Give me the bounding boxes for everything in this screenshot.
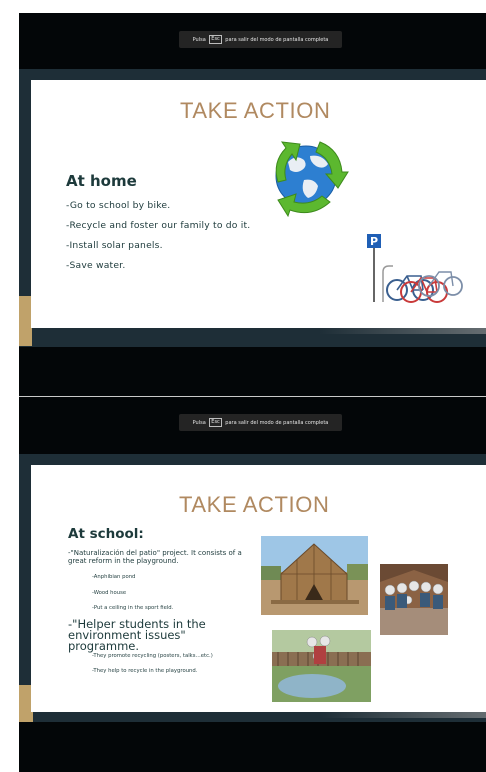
pond-photo bbox=[272, 630, 371, 702]
project-subitem: -Anphibian pond bbox=[92, 574, 136, 580]
project-subitem: -Put a ceiling in the sport field. bbox=[92, 605, 174, 611]
slide-1: TAKE ACTION At home -Go to school by bik… bbox=[31, 80, 486, 328]
project-paragraph: -"Naturalización del patio" project. It … bbox=[68, 549, 242, 565]
recycle-globe-icon bbox=[275, 141, 349, 218]
notice-pre: Pulsa bbox=[192, 36, 206, 43]
notice-post: para salir del modo de pantalla completa bbox=[225, 36, 329, 43]
project-subitem: -Wood house bbox=[92, 590, 127, 596]
students-group-photo bbox=[380, 564, 448, 635]
section-heading: At home bbox=[66, 172, 137, 190]
slide-2: TAKE ACTION At school: -"Naturalización … bbox=[31, 465, 486, 712]
esc-key[interactable]: Esc bbox=[208, 418, 223, 427]
action-line: -Recycle and foster our family to do it. bbox=[66, 220, 251, 231]
programme-item: -They promote recycling (posters, talks…… bbox=[92, 653, 213, 659]
notice-post: para salir del modo de pantalla completa bbox=[225, 419, 329, 426]
esc-key[interactable]: Esc bbox=[208, 35, 223, 44]
action-line: -Save water. bbox=[66, 260, 126, 271]
programme-item: -They help to recycle in the playground. bbox=[92, 668, 198, 674]
section-heading: At school: bbox=[68, 526, 144, 542]
fullscreen-exit-notice: Pulsa Esc para salir del modo de pantall… bbox=[179, 414, 342, 431]
slide-title: TAKE ACTION bbox=[180, 98, 331, 123]
bike-parking-icon: P bbox=[367, 234, 463, 303]
notice-pre: Pulsa bbox=[192, 419, 206, 426]
wood-house-photo bbox=[261, 536, 368, 615]
parking-sign-label: P bbox=[370, 235, 378, 248]
action-line: -Install solar panels. bbox=[66, 240, 163, 251]
fullscreen-exit-notice: Pulsa Esc para salir del modo de pantall… bbox=[179, 31, 342, 48]
programme-heading: -"Helper students in the environment iss… bbox=[68, 617, 206, 653]
slide-shadow bbox=[319, 712, 486, 718]
slide-title: TAKE ACTION bbox=[179, 492, 330, 517]
fullscreen-screenshot-1: Pulsa Esc para salir del modo de pantall… bbox=[19, 13, 486, 397]
slide-shadow bbox=[319, 328, 486, 334]
action-line: -Go to school by bike. bbox=[66, 200, 171, 211]
fullscreen-screenshot-2: Pulsa Esc para salir del modo de pantall… bbox=[19, 397, 486, 772]
